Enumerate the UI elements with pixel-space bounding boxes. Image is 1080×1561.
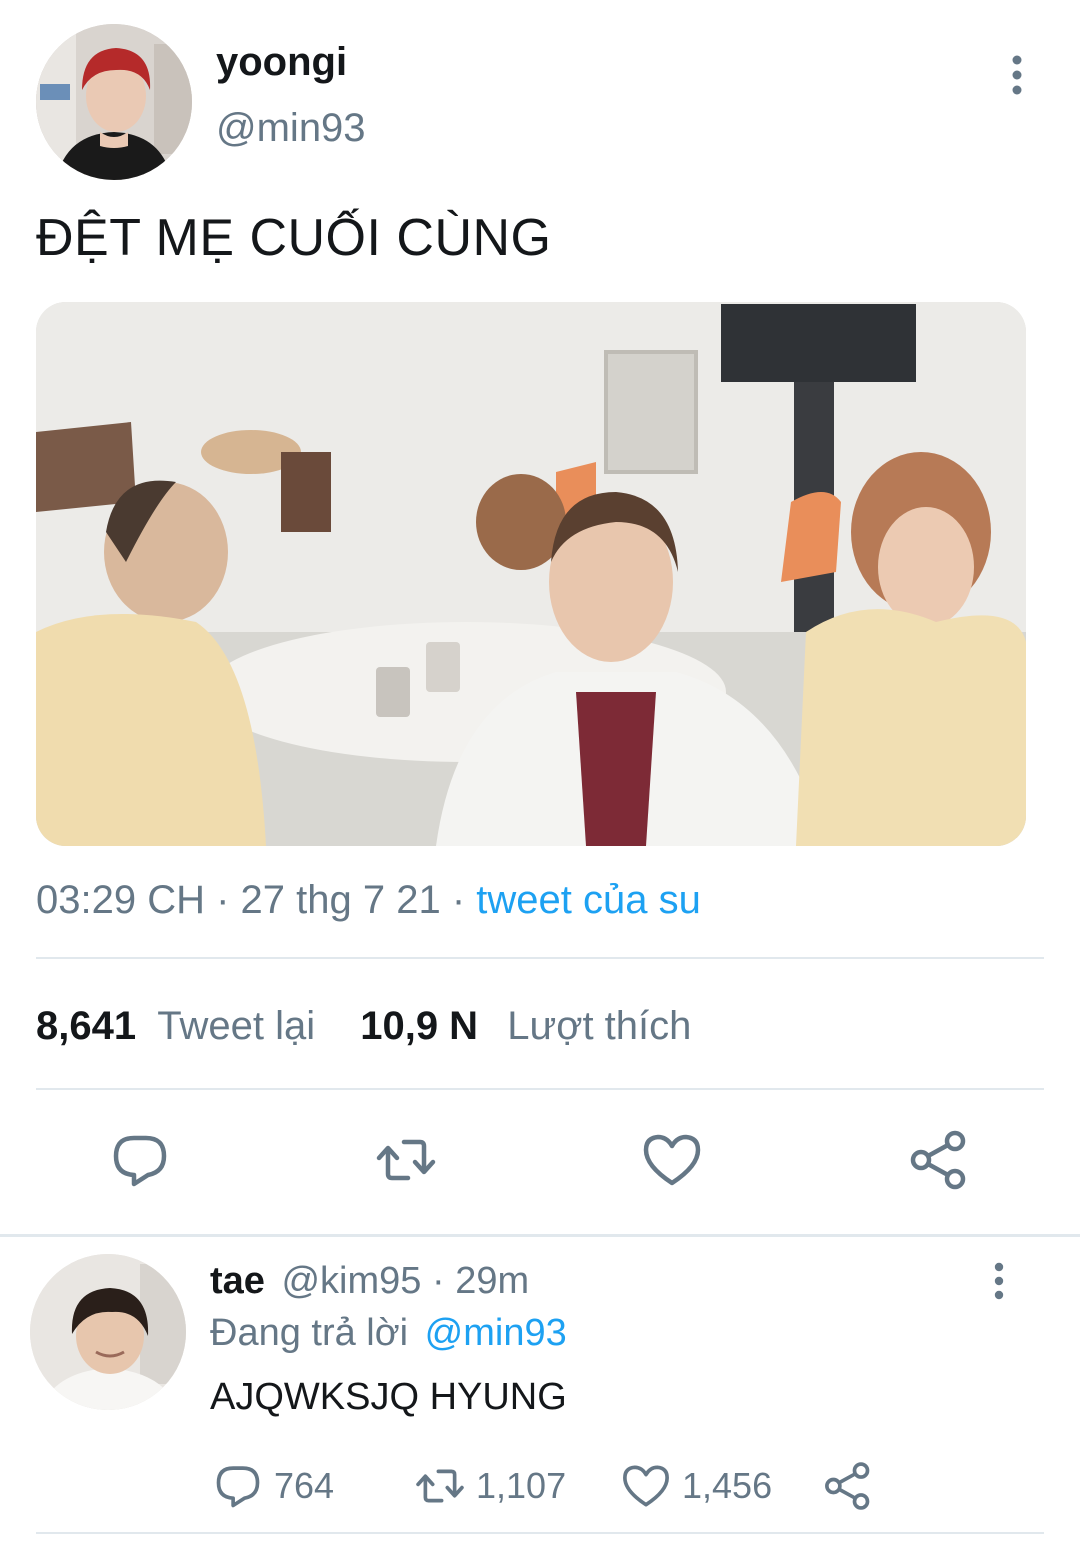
reply-header: tae @kim95 · 29m: [210, 1260, 529, 1303]
reply-share-button[interactable]: [822, 1458, 884, 1514]
author-avatar[interactable]: [36, 24, 192, 180]
tweet-text: ĐỆT MẸ CUỐI CÙNG: [36, 209, 552, 267]
tweet-metadata: 03:29 CH · 27 thg 7 21 · tweet của su: [36, 878, 701, 923]
reply-retweet-count: 1,107: [476, 1465, 567, 1506]
tweet-time: 03:29 CH: [36, 878, 205, 922]
reply-like-button[interactable]: 1,456: [620, 1458, 772, 1514]
replying-to: Đang trả lời @min93: [210, 1312, 567, 1355]
like-button[interactable]: [636, 1124, 708, 1196]
author-avatar-image: [36, 24, 192, 180]
tweet-source-link[interactable]: tweet của su: [476, 878, 701, 922]
reply-author-handle[interactable]: @kim95: [281, 1260, 421, 1302]
reply-age: 29m: [455, 1260, 530, 1302]
share-button[interactable]: [903, 1124, 975, 1196]
author-display-name[interactable]: yoongi: [216, 40, 347, 85]
reply-reply-button[interactable]: 764: [212, 1458, 334, 1514]
retweet-label[interactable]: Tweet lại: [157, 1004, 315, 1048]
retweet-button[interactable]: [370, 1124, 442, 1196]
meta-separator: ·: [421, 1260, 456, 1302]
reply-author-name[interactable]: tae: [210, 1260, 265, 1302]
share-icon: [910, 1130, 966, 1190]
reply-like-count: 1,456: [682, 1465, 773, 1506]
reply-more-options-icon[interactable]: [984, 1260, 1014, 1302]
like-count[interactable]: 10,9 N: [360, 1004, 478, 1048]
reply-retweet-button[interactable]: 1,107: [414, 1458, 566, 1514]
replying-label: Đang trả lời: [210, 1312, 409, 1354]
tweet-date: 27 thg 7 21: [240, 878, 441, 922]
comment-icon: [216, 1466, 260, 1508]
like-label[interactable]: Lượt thích: [507, 1004, 691, 1048]
retweet-icon: [416, 1469, 464, 1503]
reply-text: AJQWKSJQ HYUNG: [210, 1376, 567, 1418]
reply-button[interactable]: [104, 1124, 176, 1196]
media-photo: [36, 302, 1026, 846]
meta-separator: ·: [440, 878, 477, 922]
replying-mention-link[interactable]: @min93: [425, 1312, 567, 1354]
reply-reply-count: 764: [274, 1465, 335, 1506]
share-icon: [825, 1462, 870, 1510]
divider: [36, 1088, 1044, 1090]
comment-icon: [113, 1135, 167, 1187]
reply-avatar-image: [30, 1254, 186, 1410]
divider: [36, 1532, 1044, 1534]
section-divider: [0, 1234, 1080, 1237]
tweet-media-image[interactable]: [36, 302, 1026, 846]
heart-icon: [643, 1134, 701, 1186]
reply-author-avatar[interactable]: [30, 1254, 186, 1410]
divider: [36, 957, 1044, 959]
retweet-icon: [376, 1139, 436, 1181]
heart-icon: [623, 1465, 669, 1507]
meta-separator: ·: [204, 878, 241, 922]
author-handle[interactable]: @min93: [216, 106, 366, 151]
more-options-icon[interactable]: [1000, 52, 1034, 98]
tweet-stats: 8,641 Tweet lại 10,9 N Lượt thích: [36, 1004, 691, 1049]
retweet-count[interactable]: 8,641: [36, 1004, 136, 1048]
